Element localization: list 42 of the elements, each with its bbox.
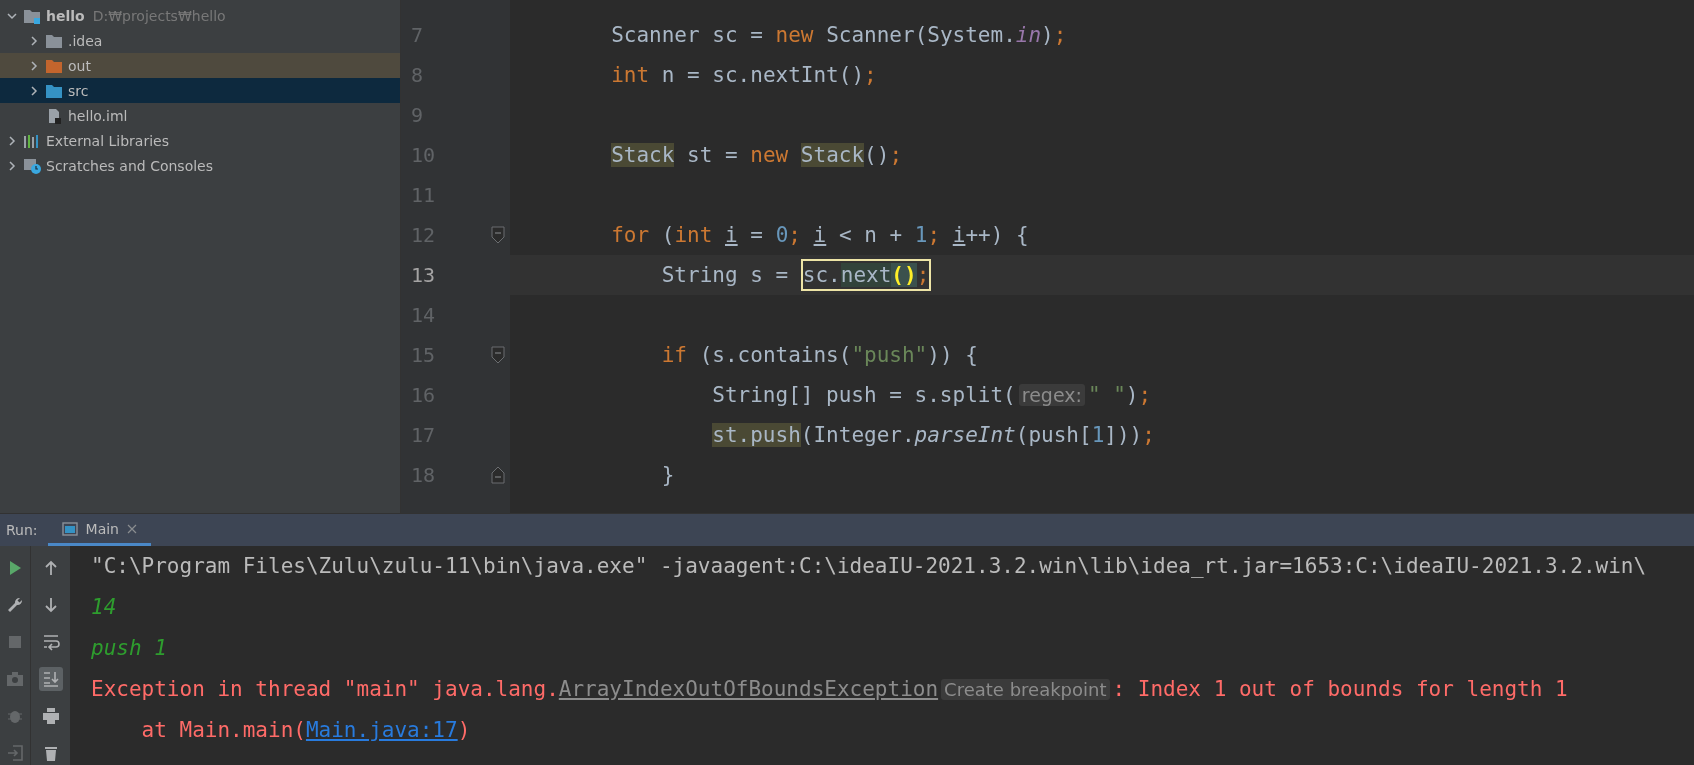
- fold-marker-icon[interactable]: [491, 225, 505, 245]
- console-line: Exception in thread "main" java.lang.ArrayIndexOutOfBoundsException Create breakpoint : Index 1 out of bounds for length 1: [91, 676, 1569, 703]
- code-line: st.push(Integer.parseInt(push[1]));: [711, 423, 1155, 447]
- folder-icon: [23, 7, 41, 24]
- code-line: String[] push = s.split( regex: " ");: [711, 383, 1152, 407]
- code-line: if (s.contains("push")) {: [660, 343, 978, 367]
- tree-item[interactable]: hello.iml: [0, 103, 400, 128]
- window-icon: [61, 521, 78, 536]
- folder-icon: [45, 57, 63, 74]
- console-line: at Main.main(Main.java:17): [140, 717, 472, 744]
- console-line: "C:\Program Files\Zulu\zulu-11\bin\java.exe" -javaagent:C:\ideaIU-2021.3.2.win\lib\idea_rt.jar=1653:C:\ideaIU-2021.3.2.win\: [91, 553, 1648, 580]
- chevron-icon[interactable]: [28, 84, 40, 97]
- folder-icon: [45, 32, 63, 49]
- chevron-icon[interactable]: [28, 59, 40, 72]
- folder-icon: [45, 82, 63, 99]
- exception-class-link[interactable]: ArrayIndexOutOfBoundsException: [558, 677, 939, 701]
- library-bars-icon: [23, 132, 41, 149]
- code-line: for (int i = 0; i < n + 1; i++) {: [610, 223, 1029, 247]
- chevron-icon[interactable]: [6, 159, 18, 172]
- line-number: 13: [411, 263, 436, 287]
- scroll-to-end-icon[interactable]: [38, 667, 63, 691]
- tree-item[interactable]: Scratches and Consoles: [0, 153, 400, 178]
- tree-item[interactable]: External Libraries: [0, 128, 400, 153]
- chevron-icon[interactable]: [28, 34, 40, 47]
- run-panel-label: Run:: [6, 522, 38, 539]
- console-line: push 1: [91, 635, 168, 662]
- tree-item[interactable]: src: [0, 78, 400, 103]
- tree-item[interactable]: out: [0, 53, 400, 78]
- project-path: D:₩projects₩hello: [92, 7, 226, 24]
- code-line: Scanner sc = new Scanner(System.in);: [610, 23, 1067, 47]
- code-line: }: [660, 463, 675, 487]
- tree-item[interactable]: hello D:₩projects₩hello: [0, 3, 400, 28]
- source-file-link[interactable]: Main.java:17: [305, 718, 458, 742]
- fold-marker-icon[interactable]: [491, 465, 505, 485]
- code-line: int n = sc.nextInt();: [610, 63, 877, 87]
- fold-marker-icon[interactable]: [491, 345, 505, 365]
- code-line: Stack st = new Stack();: [610, 143, 903, 167]
- chevron-icon[interactable]: [6, 134, 18, 147]
- close-icon[interactable]: [127, 523, 137, 534]
- console-line: 14: [91, 594, 118, 621]
- console-clock-icon: [23, 157, 41, 174]
- tree-item[interactable]: .idea: [0, 28, 400, 53]
